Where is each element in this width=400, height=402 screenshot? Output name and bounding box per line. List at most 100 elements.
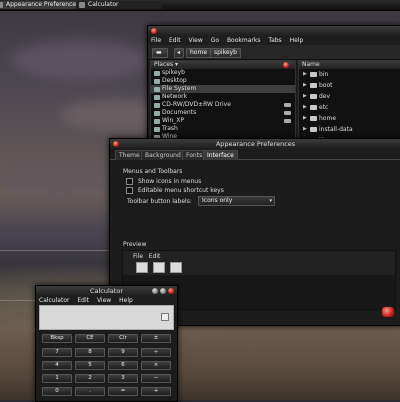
place-item[interactable]: Documents [151, 109, 295, 117]
calculator-display[interactable] [39, 305, 174, 330]
expand-arrow-icon[interactable]: ▶ [303, 80, 307, 91]
eject-icon[interactable] [284, 103, 291, 107]
tab-theme[interactable]: Theme [115, 150, 144, 160]
menu-view[interactable]: View [189, 37, 203, 44]
calculator-titlebar[interactable]: Calculator [36, 286, 177, 296]
calc-key[interactable]: + [141, 387, 171, 396]
tab-interface[interactable]: Interface [203, 150, 238, 160]
tab-background[interactable]: Background [141, 150, 185, 160]
folder-row[interactable]: ▶ home [299, 113, 400, 124]
save-icon[interactable] [170, 262, 182, 273]
taskbar-item-calculator[interactable]: Calculator [76, 1, 162, 9]
path-spikeyb-button[interactable]: spikeyb [210, 48, 241, 58]
preview-menu-file[interactable]: File [133, 253, 143, 260]
place-item[interactable]: spikeyb [151, 69, 295, 77]
copy-icon[interactable] [161, 313, 169, 321]
calc-key[interactable]: 7 [42, 348, 72, 357]
calculator-menubar: Calculator Edit View Help [36, 296, 177, 305]
file-browser-titlebar[interactable] [148, 26, 400, 36]
place-item[interactable]: File System [151, 85, 295, 93]
back-arrow-icon[interactable]: ◂ [174, 48, 184, 58]
new-document-icon[interactable] [136, 262, 148, 273]
expand-arrow-icon[interactable]: ▶ [303, 69, 307, 80]
place-item[interactable]: Network [151, 93, 295, 101]
maximize-icon[interactable] [160, 288, 166, 294]
cloud [0, 160, 120, 200]
calc-key[interactable]: 1 [42, 374, 72, 383]
calc-key[interactable]: 5 [75, 361, 105, 370]
appearance-titlebar[interactable]: Appearance Preferences [110, 139, 400, 149]
menu-help[interactable]: Help [290, 37, 304, 44]
taskbar-item-appearance[interactable]: Appearance Preferences [0, 1, 82, 9]
desktop-icon [154, 79, 160, 84]
network-icon [154, 95, 160, 100]
calc-key[interactable]: 8 [75, 348, 105, 357]
place-item[interactable]: Trash [151, 125, 295, 133]
toggle-path-button[interactable]: ▬ [152, 48, 168, 58]
open-folder-icon[interactable] [153, 262, 165, 273]
folder-row[interactable]: ▶ etc [299, 102, 400, 113]
menu-tabs[interactable]: Tabs [268, 37, 281, 44]
place-item[interactable]: Win_XP [151, 117, 295, 125]
cloud [10, 40, 150, 80]
menu-bookmarks[interactable]: Bookmarks [227, 37, 261, 44]
drive-icon [154, 111, 160, 116]
calc-key[interactable]: = [108, 387, 138, 396]
folder-icon [310, 94, 317, 99]
preview-menu-edit[interactable]: Edit [149, 253, 161, 260]
show-icons-checkbox[interactable] [126, 178, 133, 185]
calc-key[interactable]: ÷ [141, 348, 171, 357]
calc-key[interactable]: 4 [42, 361, 72, 370]
eject-icon[interactable] [284, 111, 291, 115]
menu-edit[interactable]: Edit [169, 37, 181, 44]
expand-arrow-icon[interactable]: ▶ [303, 113, 307, 124]
menu-go[interactable]: Go [211, 37, 219, 44]
calc-key[interactable]: − [141, 374, 171, 383]
path-home-button[interactable]: home [186, 48, 212, 58]
calc-key[interactable]: Bksp [42, 334, 72, 343]
close-icon[interactable] [151, 28, 157, 34]
places-header[interactable]: Places ▾ [151, 61, 295, 69]
menu-calculator[interactable]: Calculator [39, 297, 69, 304]
calc-key[interactable]: CE [75, 334, 105, 343]
editable-shortcuts-label[interactable]: Editable menu shortcut keys [138, 187, 224, 194]
calc-key[interactable]: 6 [108, 361, 138, 370]
place-label: Desktop [162, 77, 187, 84]
place-item[interactable]: CD-RW/DVD±RW Drive [151, 101, 295, 109]
calc-key[interactable]: 3 [108, 374, 138, 383]
editable-shortcuts-checkbox[interactable] [126, 187, 133, 194]
calc-key[interactable]: . [75, 387, 105, 396]
folder-row[interactable]: ▶ bin [299, 69, 400, 80]
menu-file[interactable]: File [151, 37, 161, 44]
expand-arrow-icon[interactable]: ▶ [303, 124, 307, 135]
folder-row[interactable]: ▶ install-data [299, 124, 400, 135]
close-button[interactable] [382, 307, 394, 317]
calc-key[interactable]: 0 [42, 387, 72, 396]
menu-help[interactable]: Help [119, 297, 133, 304]
place-item[interactable]: Desktop [151, 77, 295, 85]
folder-row[interactable]: ▶ dev [299, 91, 400, 102]
minimize-icon[interactable] [152, 288, 158, 294]
expand-arrow-icon[interactable]: ▶ [303, 91, 307, 102]
close-icon[interactable] [113, 141, 119, 147]
eject-icon[interactable] [284, 119, 291, 123]
file-list: Name ▶ bin ▶ boot ▶ dev ▶ etc ▶ home ▶ install… [298, 60, 400, 148]
show-icons-label[interactable]: Show icons in menus [138, 178, 201, 185]
folder-row[interactable]: ▶ boot [299, 80, 400, 91]
place-label: Trash [162, 125, 178, 132]
close-sidebar-icon[interactable] [283, 62, 289, 68]
tab-bar: Theme Background Fonts Interface [110, 149, 400, 160]
calc-key[interactable]: 9 [108, 348, 138, 357]
name-column-header[interactable]: Name [299, 61, 400, 69]
close-icon[interactable] [168, 288, 174, 294]
calc-key[interactable]: 2 [75, 374, 105, 383]
calc-key[interactable]: ± [141, 334, 171, 343]
calc-key[interactable]: Clr [108, 334, 138, 343]
menu-edit[interactable]: Edit [77, 297, 89, 304]
toolbar-labels-select[interactable]: Icons only ▾ [198, 196, 275, 206]
filesystem-icon [154, 87, 160, 92]
place-label: Documents [162, 109, 197, 116]
expand-arrow-icon[interactable]: ▶ [303, 102, 307, 113]
calc-key[interactable]: × [141, 361, 171, 370]
menu-view[interactable]: View [97, 297, 111, 304]
